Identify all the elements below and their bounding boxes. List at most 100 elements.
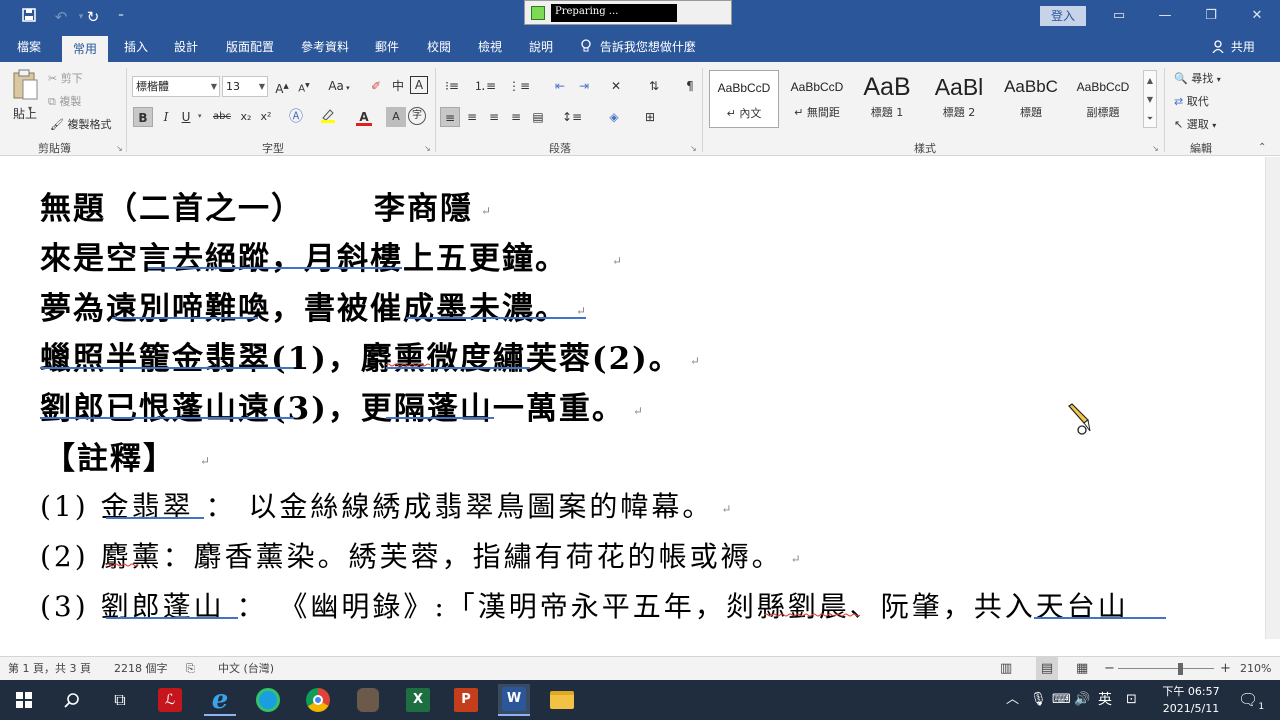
shrink-font-icon[interactable]: A▼: [294, 76, 314, 96]
copy-button[interactable]: ⧉ 複製: [48, 93, 81, 109]
borders-icon[interactable]: ⊞: [640, 107, 660, 127]
undo-icon[interactable]: ↶: [50, 6, 72, 28]
style-title[interactable]: AaBbC 標題: [996, 70, 1066, 128]
underline-button[interactable]: U: [176, 107, 196, 127]
character-shading-icon[interactable]: A: [386, 107, 406, 127]
word-count[interactable]: 2218 個字: [114, 657, 168, 680]
strikethrough-button[interactable]: abc: [210, 107, 234, 127]
chinese-layout-icon[interactable]: ✕: [606, 76, 626, 96]
styles-launcher-icon[interactable]: ↘: [1152, 144, 1159, 153]
print-layout-icon[interactable]: ▤: [1036, 657, 1058, 680]
character-border-icon[interactable]: A: [410, 76, 428, 94]
tab-design[interactable]: 設計: [164, 33, 208, 62]
tab-help[interactable]: 說明: [518, 33, 564, 62]
show-hidden-icons[interactable]: ︿: [1006, 680, 1019, 720]
align-center-button[interactable]: ≡: [462, 107, 482, 127]
clock[interactable]: 下午 06:57 2021/5/11: [1158, 683, 1224, 717]
decrease-indent-icon[interactable]: ⇤: [550, 76, 570, 96]
windows-start-icon[interactable]: [8, 684, 40, 716]
line-spacing-icon[interactable]: ↕≡: [562, 107, 582, 127]
tab-mailings[interactable]: 郵件: [364, 33, 410, 62]
numbering-icon[interactable]: ⒈≡: [474, 76, 496, 96]
phonetic-guide-icon[interactable]: 中: [388, 76, 408, 96]
text-effects-icon[interactable]: Ⓐ: [286, 107, 306, 127]
zoom-level[interactable]: 210%: [1240, 657, 1271, 680]
style-heading-2[interactable]: AaBl 標題 2: [924, 70, 994, 128]
powerpoint-icon[interactable]: P: [450, 684, 482, 716]
proofing-icon[interactable]: ⎘: [186, 657, 195, 680]
edge-icon[interactable]: [252, 684, 284, 716]
microphone-icon[interactable]: 🎙: [1030, 680, 1047, 720]
share-button[interactable]: 共用: [1212, 33, 1255, 62]
ribbon-display-options-icon[interactable]: ▭: [1096, 0, 1142, 33]
web-layout-icon[interactable]: ▦: [1076, 657, 1088, 680]
read-mode-icon[interactable]: ▥: [1000, 657, 1012, 680]
close-icon[interactable]: ✕: [1234, 0, 1280, 33]
vertical-scrollbar[interactable]: [1265, 157, 1280, 639]
collapse-ribbon-icon[interactable]: ⌃: [1258, 142, 1266, 153]
grow-font-icon[interactable]: A▲: [272, 76, 292, 96]
customize-quick-access-icon[interactable]: ⁼: [110, 6, 132, 28]
ime-mode[interactable]: 英: [1098, 680, 1112, 720]
show-formatting-icon[interactable]: ¶: [680, 76, 700, 96]
style-subtitle[interactable]: AaBbCcD 副標題: [1068, 70, 1138, 128]
acrobat-icon[interactable]: ℒ: [154, 684, 186, 716]
italic-button[interactable]: I: [156, 107, 176, 127]
notification-icon[interactable]: 🗨1: [1238, 680, 1264, 720]
search-icon[interactable]: [56, 684, 88, 716]
clear-formatting-icon[interactable]: ✐: [366, 76, 386, 96]
save-icon[interactable]: [18, 6, 40, 28]
volume-icon[interactable]: 🔊: [1074, 680, 1090, 720]
format-painter-button[interactable]: 🖌 複製格式: [50, 116, 111, 132]
bullets-icon[interactable]: ⁝≡: [442, 76, 462, 96]
document-canvas[interactable]: 無題（二首之一） 李商隱 ↵ 來是空言去絕蹤，月斜樓上五更鐘。 ↵ 夢為遠別啼難喚，書…: [0, 157, 1265, 639]
tab-layout[interactable]: 版面配置: [216, 33, 284, 62]
paste-dropdown-icon[interactable]: ▾: [28, 104, 32, 113]
network-icon[interactable]: ⌨: [1052, 680, 1071, 720]
style-heading-1[interactable]: AaB 標題 1: [852, 70, 922, 128]
redo-icon[interactable]: ↻: [82, 6, 104, 28]
subscript-button[interactable]: x₂: [236, 107, 256, 127]
zoom-slider-handle[interactable]: [1178, 663, 1183, 675]
internet-explorer-icon[interactable]: e: [204, 684, 236, 716]
multilevel-list-icon[interactable]: ⋮≡: [508, 76, 530, 96]
paste-button[interactable]: 貼上: [8, 68, 42, 128]
increase-indent-icon[interactable]: ⇥: [574, 76, 594, 96]
style-normal[interactable]: AaBbCcD ↵ 內文: [709, 70, 779, 128]
minimize-icon[interactable]: —: [1142, 0, 1188, 33]
app-mascot-icon[interactable]: [352, 684, 384, 716]
zoom-in-button[interactable]: +: [1220, 657, 1231, 680]
language-status[interactable]: 中文 (台灣): [218, 657, 274, 680]
tab-review[interactable]: 校閱: [416, 33, 462, 62]
clipboard-launcher-icon[interactable]: ↘: [116, 144, 123, 153]
file-explorer-icon[interactable]: [546, 684, 578, 716]
tab-references[interactable]: 參考資料: [292, 33, 358, 62]
font-size-select[interactable]: 13 ▼: [222, 76, 268, 97]
superscript-button[interactable]: x²: [256, 107, 276, 127]
paragraph-launcher-icon[interactable]: ↘: [690, 144, 697, 153]
distributed-button[interactable]: ▤: [528, 107, 548, 127]
sort-icon[interactable]: ⇅: [644, 76, 664, 96]
style-no-spacing[interactable]: AaBbCcD ↵ 無間距: [782, 70, 852, 128]
page-count[interactable]: 第 1 頁，共 3 頁: [8, 657, 91, 680]
find-button[interactable]: 🔍 尋找 ▾: [1174, 70, 1221, 86]
zoom-out-button[interactable]: −: [1104, 657, 1115, 680]
underline-dropdown-icon[interactable]: ▾: [198, 112, 202, 120]
shading-icon[interactable]: ◈: [604, 107, 624, 127]
font-name-select[interactable]: 標楷體 ▼: [132, 76, 220, 97]
tab-home[interactable]: 常用: [62, 36, 108, 62]
zoom-slider[interactable]: [1118, 668, 1214, 669]
font-launcher-icon[interactable]: ↘: [424, 144, 431, 153]
tab-file[interactable]: 檔案: [4, 33, 54, 62]
align-right-button[interactable]: ≡: [484, 107, 504, 127]
bold-button[interactable]: B: [133, 107, 153, 127]
align-left-button[interactable]: ≡: [440, 107, 460, 127]
input-indicator-icon[interactable]: ⊡: [1126, 680, 1137, 720]
font-color-icon[interactable]: A: [354, 107, 374, 127]
cut-button[interactable]: ✂ 剪下: [48, 70, 83, 86]
task-view-icon[interactable]: ⧉: [104, 684, 136, 716]
signin-button[interactable]: 登入: [1040, 6, 1086, 26]
word-icon[interactable]: W: [498, 684, 530, 716]
excel-icon[interactable]: X: [402, 684, 434, 716]
styles-scroll[interactable]: ▲ ▼ ⏷: [1143, 70, 1157, 128]
